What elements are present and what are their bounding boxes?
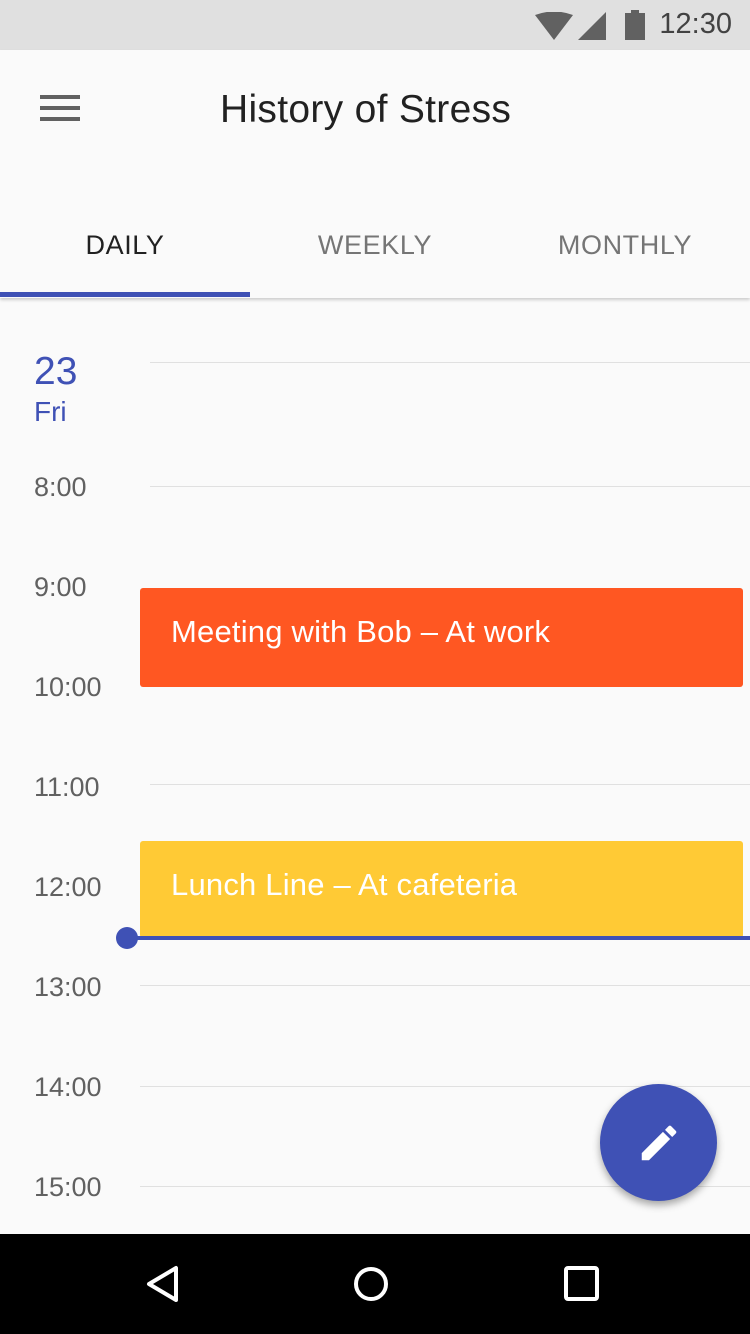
grid-line [150, 362, 750, 363]
wifi-icon [535, 12, 573, 40]
home-icon [354, 1267, 388, 1301]
hour-label: 15:00 [34, 1172, 102, 1202]
tab-weekly[interactable]: WEEKLY [250, 210, 500, 298]
edit-fab-button[interactable] [600, 1084, 717, 1201]
grid-line [150, 784, 750, 785]
current-time-line [127, 936, 750, 940]
page-title: History of Stress [220, 88, 512, 131]
navigation-bar [0, 1234, 750, 1334]
event-lunch-line[interactable]: Lunch Line – At cafeteria [140, 841, 743, 938]
day-number: 23 [34, 350, 78, 393]
hour-label: 9:00 [34, 572, 87, 602]
grid-line [140, 985, 750, 986]
tab-monthly[interactable]: MONTHLY [500, 210, 750, 298]
back-button[interactable] [133, 1254, 193, 1314]
recents-icon [564, 1266, 599, 1301]
hour-label: 10:00 [34, 672, 102, 702]
hour-label: 12:00 [34, 872, 102, 902]
hour-label: 8:00 [34, 472, 87, 502]
current-time-dot [116, 927, 138, 949]
menu-button[interactable] [30, 86, 90, 130]
tab-daily[interactable]: DAILY [0, 210, 250, 298]
status-bar: 12:30 [0, 0, 750, 50]
hour-label: 11:00 [34, 772, 100, 802]
grid-line [150, 486, 750, 487]
back-icon [147, 1266, 178, 1302]
home-button[interactable] [341, 1254, 401, 1314]
pencil-icon [641, 1125, 677, 1161]
event-title: Lunch Line – At cafeteria [171, 867, 518, 902]
recents-button[interactable] [551, 1254, 611, 1314]
event-meeting-with-bob[interactable]: Meeting with Bob – At work [140, 588, 743, 687]
app-bar: History of Stress DAILY WEEKLY MONTHLY [0, 50, 750, 298]
tab-indicator [0, 292, 250, 297]
hour-label: 14:00 [34, 1072, 102, 1102]
signal-icon [578, 12, 606, 40]
day-weekday: Fri [34, 396, 67, 427]
hour-label: 13:00 [34, 972, 102, 1002]
status-time: 12:30 [659, 8, 732, 40]
event-title: Meeting with Bob – At work [171, 614, 551, 649]
battery-icon [625, 10, 645, 40]
